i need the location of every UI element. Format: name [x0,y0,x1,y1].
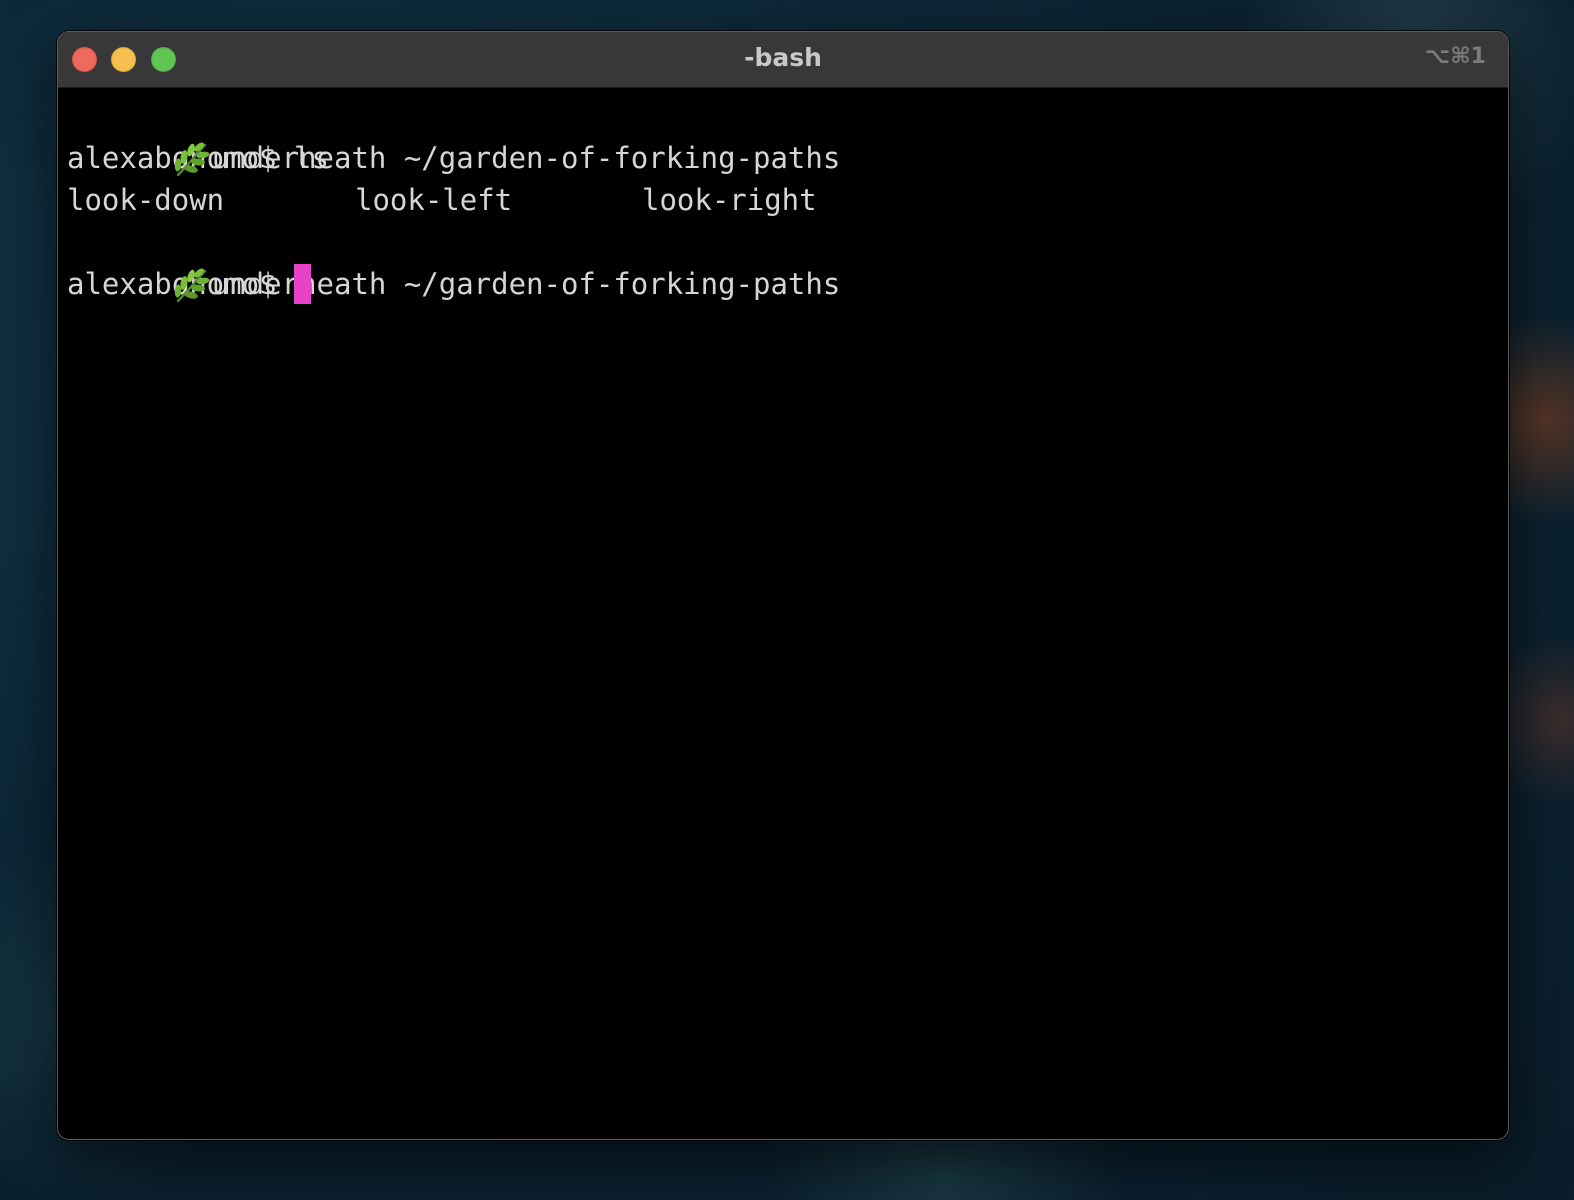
prompt-info-line: underneath ~/garden-of-forking-paths [67,221,1508,303]
command-text: ls [293,141,329,175]
title-bar[interactable]: -bash ⌥⌘1 [58,32,1508,88]
window-title: -bash [744,43,822,72]
terminal-content[interactable]: underneath ~/garden-of-forking-paths ale… [67,95,1508,1139]
herb-leaf-icon [172,137,212,179]
text-cursor [293,264,311,304]
prompt-info-line: underneath ~/garden-of-forking-paths [67,95,1508,177]
herb-leaf-icon [172,263,212,305]
terminal-window[interactable]: -bash ⌥⌘1 underneath ~/garden-of-forking… [57,31,1509,1140]
window-shortcut: ⌥⌘1 [1424,44,1486,69]
file-entry: look-right [642,183,817,217]
file-entry: look-left [355,183,513,217]
